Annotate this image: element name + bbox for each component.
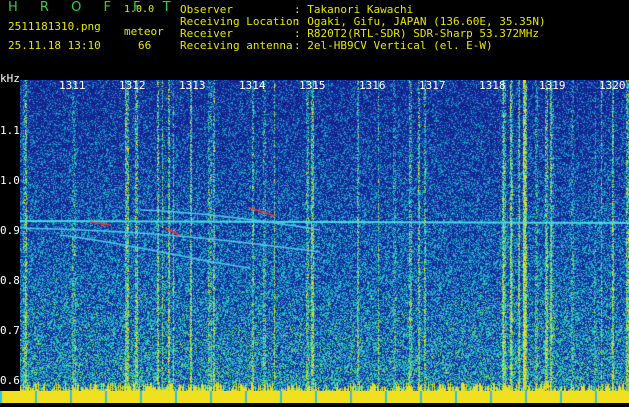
time-tick: 1312 [119,79,146,92]
app-version: 1.0.0 [124,4,155,15]
noise-floor-band [0,388,629,403]
time-tick: 1316 [359,79,386,92]
time-tick: 1315 [299,79,326,92]
spectrogram [20,80,629,400]
time-tick: 1311 [59,79,86,92]
time-axis: 1311 1312 1313 1314 1315 1316 1317 1318 … [0,79,629,93]
time-tick: 1313 [179,79,206,92]
time-tick: 1314 [239,79,266,92]
freq-tick: 1.1 [0,124,20,137]
noise-floor-canvas [0,391,629,403]
antenna-value: : 2el-HB9CV Vertical (el. E-W) [294,39,493,52]
freq-tick: 0.9 [0,224,20,237]
freq-tick: 0.6 [0,374,20,387]
antenna-label: Receiving antenna [180,39,293,52]
time-tick: 1320 [599,79,626,92]
detection-mode: meteor [124,25,164,38]
time-tick: 1318 [479,79,506,92]
freq-tick: 1.0 [0,174,20,187]
freq-tick: 0.7 [0,324,20,337]
detection-count: 66 [138,39,152,52]
capture-datetime: 25.11.18 13:10 [8,39,101,52]
time-tick: 1317 [419,79,446,92]
info-header: H R O F F T 1.0.0 2511181310.png 25.11.1… [0,0,629,78]
freq-tick: 0.8 [0,274,20,287]
file-name: 2511181310.png [8,20,101,33]
time-tick: 1319 [539,79,566,92]
